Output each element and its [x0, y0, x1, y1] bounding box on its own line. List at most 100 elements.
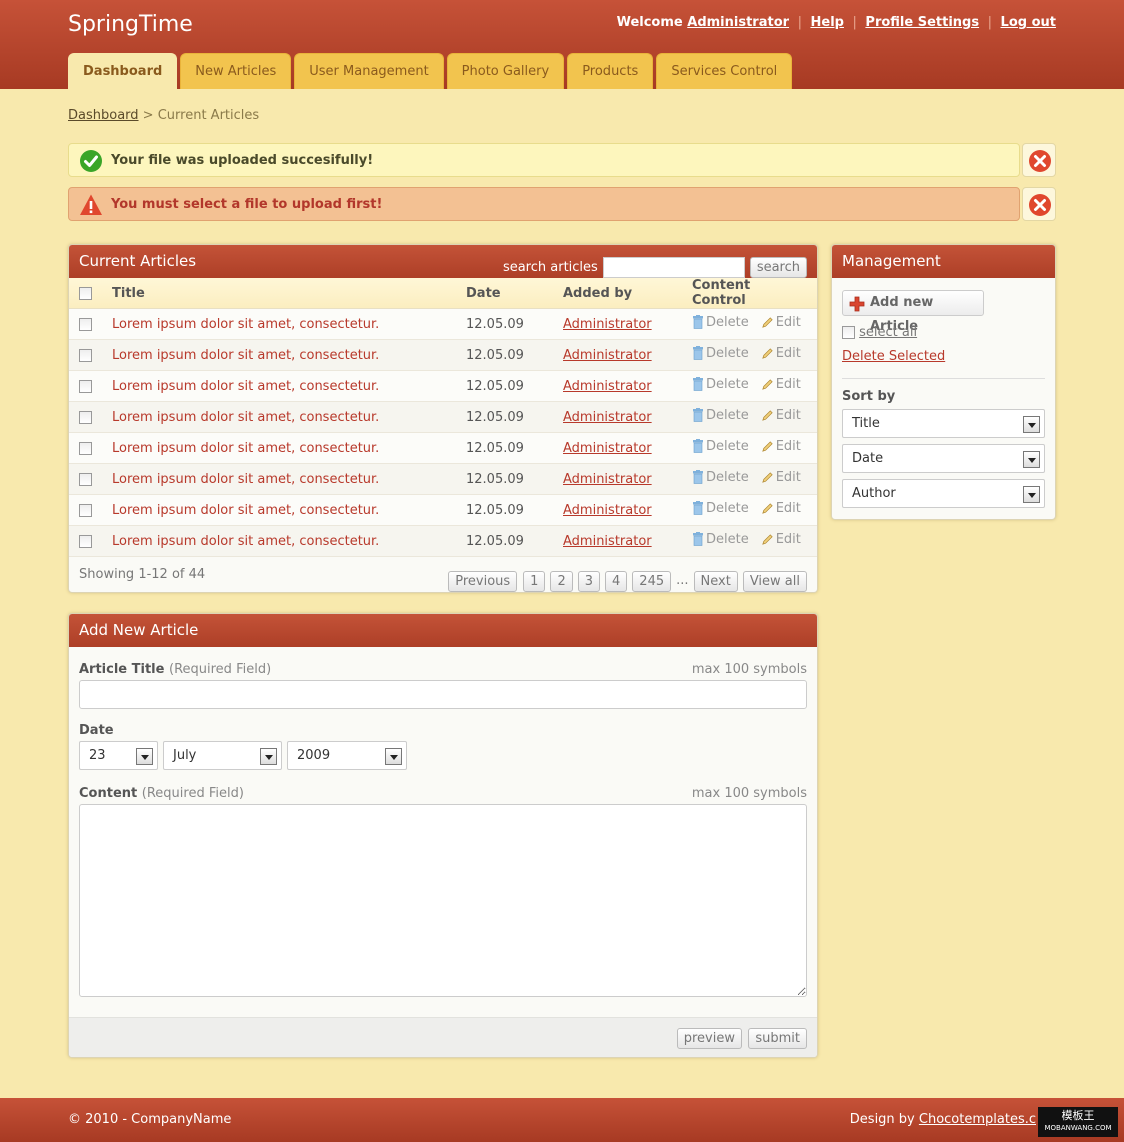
tab-new-articles[interactable]: New Articles — [180, 53, 292, 89]
author-link[interactable]: Administrator — [563, 472, 652, 487]
author-link[interactable]: Administrator — [563, 503, 652, 518]
article-title[interactable]: Lorem ipsum dolor sit amet, consectetur. — [112, 339, 466, 371]
previous-button[interactable]: Previous — [448, 570, 518, 592]
edit-action[interactable]: Edit — [761, 408, 801, 423]
panel-header: Management — [832, 245, 1055, 278]
select-all-control[interactable]: select all — [842, 325, 917, 340]
search-input[interactable] — [602, 257, 745, 278]
row-checkbox[interactable] — [79, 534, 92, 548]
content-control-cell: Delete Edit — [692, 370, 817, 402]
logout-link[interactable]: Log out — [1001, 15, 1056, 30]
page-button[interactable]: 4 — [605, 570, 628, 592]
delete-action[interactable]: Delete — [692, 439, 749, 454]
pencil-icon — [761, 348, 773, 359]
row-checkbox[interactable] — [79, 441, 92, 455]
chevron-down-icon[interactable] — [260, 748, 277, 765]
next-button[interactable]: Next — [693, 570, 738, 592]
design-link[interactable]: Chocotemplates.c — [919, 1112, 1036, 1127]
page-button[interactable]: 245 — [632, 570, 672, 592]
article-title-input[interactable] — [79, 680, 807, 709]
profile-settings-link[interactable]: Profile Settings — [865, 15, 979, 30]
chevron-down-icon[interactable] — [1023, 486, 1040, 503]
edit-action[interactable]: Edit — [761, 470, 801, 485]
article-title[interactable]: Lorem ipsum dolor sit amet, consectetur. — [112, 370, 466, 402]
delete-action[interactable]: Delete — [692, 346, 749, 361]
tab-services-control[interactable]: Services Control — [656, 53, 793, 89]
edit-action[interactable]: Edit — [761, 532, 801, 547]
search-area: search articles search — [503, 251, 807, 284]
delete-action[interactable]: Delete — [692, 408, 749, 423]
edit-label: Edit — [775, 470, 801, 486]
delete-action[interactable]: Delete — [692, 377, 749, 392]
article-title[interactable]: Lorem ipsum dolor sit amet, consectetur. — [112, 463, 466, 495]
row-checkbox[interactable] — [79, 379, 92, 393]
author-link[interactable]: Administrator — [563, 410, 652, 425]
day-select[interactable]: 23 — [79, 741, 158, 770]
tab-user-management[interactable]: User Management — [294, 53, 444, 89]
article-title[interactable]: Lorem ipsum dolor sit amet, consectetur. — [112, 525, 466, 557]
watermark-line: MOBANWANG.COM — [1044, 1124, 1112, 1132]
add-article-button[interactable]: Add new Article — [842, 290, 984, 334]
row-checkbox-cell — [69, 339, 112, 371]
edit-action[interactable]: Edit — [761, 439, 801, 454]
author-link[interactable]: Administrator — [563, 534, 652, 549]
article-title[interactable]: Lorem ipsum dolor sit amet, consectetur. — [112, 308, 466, 340]
search-button[interactable]: search — [749, 257, 807, 278]
sort-date-select[interactable]: Date — [842, 444, 1045, 473]
delete-action[interactable]: Delete — [692, 470, 749, 485]
article-title[interactable]: Lorem ipsum dolor sit amet, consectetur. — [112, 401, 466, 433]
author-link[interactable]: Administrator — [563, 441, 652, 456]
edit-action[interactable]: Edit — [761, 501, 801, 516]
row-checkbox[interactable] — [79, 317, 92, 331]
close-success-button[interactable] — [1022, 143, 1056, 177]
breadcrumb-root-link[interactable]: Dashboard — [68, 108, 139, 123]
chevron-down-icon[interactable] — [1023, 416, 1040, 433]
article-title[interactable]: Lorem ipsum dolor sit amet, consectetur. — [112, 432, 466, 464]
content-textarea[interactable] — [79, 804, 807, 997]
page-button[interactable]: 1 — [523, 570, 546, 592]
select-all-checkbox[interactable] — [842, 326, 855, 339]
delete-action[interactable]: Delete — [692, 315, 749, 330]
author-link[interactable]: Administrator — [563, 379, 652, 394]
chevron-down-icon[interactable] — [385, 748, 402, 765]
tab-photo-gallery[interactable]: Photo Gallery — [446, 53, 565, 89]
page-button[interactable]: 2 — [550, 570, 573, 592]
year-select[interactable]: 2009 — [287, 741, 407, 770]
tab-products[interactable]: Products — [567, 53, 654, 89]
submit-button[interactable]: submit — [748, 1028, 807, 1049]
chevron-down-icon[interactable] — [1023, 451, 1040, 468]
delete-selected-link[interactable]: Delete Selected — [842, 349, 945, 364]
pencil-icon — [761, 472, 773, 483]
close-error-button[interactable] — [1022, 187, 1056, 221]
article-title[interactable]: Lorem ipsum dolor sit amet, consectetur. — [112, 494, 466, 526]
edit-action[interactable]: Edit — [761, 346, 801, 361]
logo[interactable]: SpringTime — [68, 12, 193, 37]
author-link[interactable]: Administrator — [563, 317, 652, 332]
author-link[interactable]: Administrator — [563, 348, 652, 363]
sort-title-select[interactable]: Title — [842, 409, 1045, 438]
edit-action[interactable]: Edit — [761, 315, 801, 330]
row-checkbox[interactable] — [79, 503, 92, 517]
month-select[interactable]: July — [163, 741, 282, 770]
chevron-down-icon[interactable] — [136, 748, 153, 765]
sort-author-select[interactable]: Author — [842, 479, 1045, 508]
delete-action[interactable]: Delete — [692, 532, 749, 547]
row-checkbox[interactable] — [79, 410, 92, 424]
edit-action[interactable]: Edit — [761, 377, 801, 392]
row-checkbox[interactable] — [79, 348, 92, 362]
select-all-checkbox[interactable] — [79, 286, 92, 300]
select-all-link[interactable]: select all — [859, 325, 917, 340]
max-symbols-note: max 100 symbols — [691, 662, 807, 677]
row-checkbox[interactable] — [79, 472, 92, 486]
tab-dashboard[interactable]: Dashboard — [68, 53, 178, 89]
table-row: Lorem ipsum dolor sit amet, consectetur.… — [69, 339, 817, 371]
table-row: Lorem ipsum dolor sit amet, consectetur.… — [69, 308, 817, 340]
preview-button[interactable]: preview — [676, 1028, 742, 1049]
page-button[interactable]: 3 — [577, 570, 601, 592]
col-title[interactable]: Title — [112, 278, 466, 309]
user-link[interactable]: Administrator — [687, 15, 789, 30]
view-all-button[interactable]: View all — [742, 570, 807, 592]
help-link[interactable]: Help — [811, 15, 844, 30]
divider — [842, 378, 1045, 379]
delete-action[interactable]: Delete — [692, 501, 749, 516]
